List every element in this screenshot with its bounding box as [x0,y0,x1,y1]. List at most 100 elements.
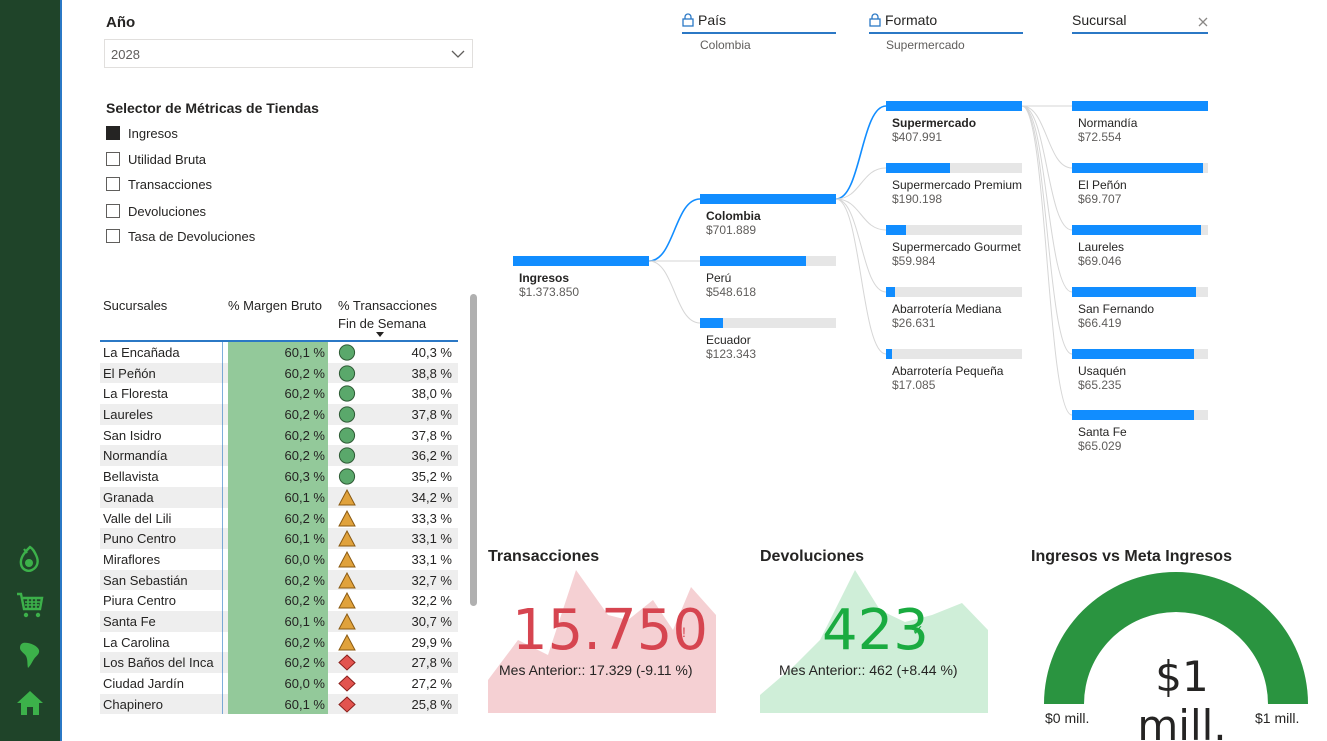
alert-icon: ! [682,624,686,640]
close-icon[interactable] [1198,17,1208,27]
node-label: Ecuador [706,333,751,347]
table-row[interactable]: El Peñón 60,2 % 38,8 % [100,362,458,384]
column-header-transacciones[interactable]: % Transacciones [338,298,437,313]
weekend-transactions-cell: 32,2 % [411,593,452,609]
metric-option-transacciones[interactable]: Transacciones [106,175,212,193]
table-row[interactable]: Chapinero 60,1 % 25,8 % [100,693,458,715]
node-value: $190.198 [892,192,943,206]
weekend-transactions-cell: 27,2 % [411,676,452,691]
checkbox-icon[interactable] [106,229,120,243]
column-divider [222,548,223,570]
status-circle-icon [338,344,356,361]
column-divider [222,673,223,694]
metric-option-ingresos[interactable]: Ingresos [106,124,178,142]
tree-connector [835,198,887,231]
weekend-transactions-cell: 33,3 % [411,510,452,526]
status-circle-icon [338,447,356,465]
table-header: Sucursales % Margen Bruto % Transaccione… [100,296,458,342]
avocado-icon[interactable] [14,543,46,575]
checkbox-icon[interactable] [106,177,120,191]
checkbox-icon[interactable] [106,204,120,218]
table-row[interactable]: Valle del Lili 60,2 % 33,3 % [100,507,458,529]
sort-descending-icon[interactable] [376,332,384,337]
status-triangle-icon [338,488,356,506]
column-divider [222,652,223,673]
tree-level-formato[interactable]: Formato [869,12,1023,34]
weekend-transactions-cell: 36,2 % [411,448,452,464]
tree-level-sucursal[interactable]: Sucursal [1072,12,1208,34]
table-row[interactable]: Santa Fe 60,1 % 30,7 % [100,610,458,632]
node-value: $69.707 [1078,192,1122,206]
cart-icon[interactable] [14,589,46,621]
node-value: $65.235 [1078,378,1122,392]
weekend-transactions-cell: 33,1 % [411,551,452,567]
column-divider [222,590,223,611]
gross-margin-cell: 60,2 % [228,362,328,384]
table-row[interactable]: La Encañada 60,1 % 40,3 % [100,342,458,363]
column-header-margen[interactable]: % Margen Bruto [228,298,322,313]
gross-margin-cell: 60,2 % [228,590,328,611]
tree-connector [648,198,701,262]
table-row[interactable]: Ciudad Jardín 60,0 % 27,2 % [100,673,458,694]
node-bar-track [886,287,1022,297]
weekend-transactions-cell: 30,7 % [411,613,452,629]
table-row[interactable]: Puno Centro 60,1 % 33,1 % [100,528,458,549]
weekend-transactions-cell: 40,3 % [411,345,452,360]
tree-level-pais[interactable]: País [682,12,836,34]
table-row[interactable]: Normandía 60,2 % 36,2 % [100,445,458,467]
table-row[interactable]: Los Baños del Inca 60,2 % 27,8 % [100,652,458,673]
node-label: Laureles [1078,240,1125,254]
table-row[interactable]: Piura Centro 60,2 % 32,2 % [100,590,458,611]
gross-margin-cell: 60,2 % [228,404,328,425]
store-name: El Peñón [103,365,156,381]
table-row[interactable]: Laureles 60,2 % 37,8 % [100,404,458,425]
year-filter-label: Año [106,14,136,31]
node-label: Usaquén [1078,364,1127,378]
node-bar-fill [1072,349,1195,359]
table-scrollbar[interactable] [470,294,477,606]
column-divider [222,342,223,363]
checkbox-icon[interactable] [106,126,120,140]
node-label: Ingresos [519,271,570,285]
tree-level-sucursal-title: Sucursal [1072,12,1127,28]
column-header-sucursales[interactable]: Sucursales [103,298,167,313]
devoluciones-comparison: Mes Anterior:: 462 (+8.44 %) [779,662,958,678]
table-row[interactable]: La Floresta 60,2 % 38,0 % [100,383,458,405]
weekend-transactions-cell: 33,1 % [411,531,452,547]
store-name: La Encañada [103,345,180,360]
node-value: $548.618 [706,285,757,299]
metric-option-utilidad-bruta[interactable]: Utilidad Bruta [106,150,206,168]
metric-option-tasa-de-devoluciones[interactable]: Tasa de Devoluciones [106,227,255,245]
checkbox-icon[interactable] [106,152,120,166]
status-circle-icon [338,427,356,444]
status-triangle-icon [338,633,356,651]
node-value: $17.085 [892,378,936,392]
table-row[interactable]: Granada 60,1 % 34,2 % [100,486,458,508]
home-icon[interactable] [14,687,46,719]
node-label: Normandía [1078,116,1138,130]
node-label: Perú [706,271,732,285]
table-row[interactable]: San Sebastián 60,2 % 32,7 % [100,569,458,591]
column-divider [222,569,223,591]
node-bar-fill [1072,410,1194,420]
node-bar-fill [886,101,1022,111]
gross-margin-cell: 60,2 % [228,631,328,653]
node-label: Abarrotería Mediana [892,302,1002,316]
year-dropdown[interactable]: 2028 [104,39,473,68]
store-name: Chapinero [103,696,163,712]
tree-connector [835,167,887,200]
node-label: Abarrotería Pequeña [892,364,1004,378]
metric-option-devoluciones[interactable]: Devoluciones [106,202,206,220]
column-divider [222,693,223,715]
node-label: Santa Fe [1078,425,1127,439]
node-value: $65.029 [1078,439,1122,453]
table-row[interactable]: Bellavista 60,3 % 35,2 % [100,466,458,487]
table-row[interactable]: San Isidro 60,2 % 37,8 % [100,424,458,446]
table-row[interactable]: La Carolina 60,2 % 29,9 % [100,631,458,653]
table-row[interactable]: Miraflores 60,0 % 33,1 % [100,548,458,570]
column-divider [222,631,223,653]
map-south-america-icon[interactable] [14,639,46,671]
status-diamond-icon [338,654,356,671]
node-bar-fill [886,287,895,297]
status-triangle-icon [338,509,356,527]
